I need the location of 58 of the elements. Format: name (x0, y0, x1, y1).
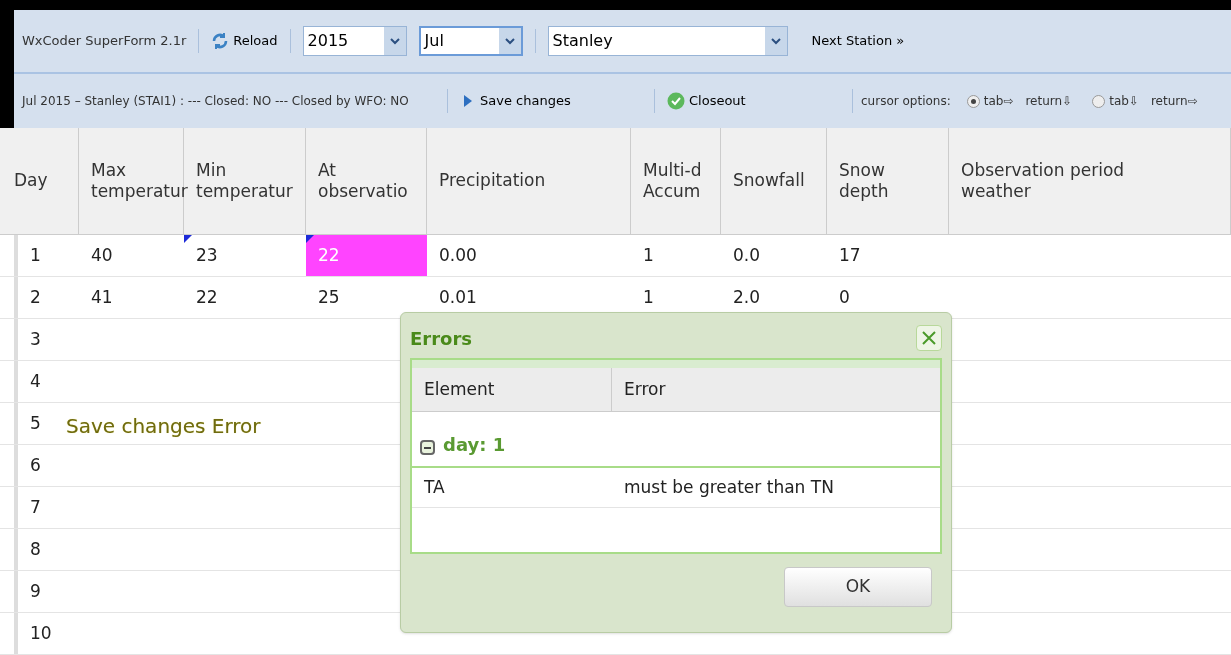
close-icon (922, 331, 936, 345)
column-header[interactable]: Multi-d Accum (631, 128, 721, 234)
collapse-icon[interactable] (420, 440, 435, 455)
day-cell-text: 3 (30, 327, 41, 351)
chevron-down-icon (770, 37, 781, 45)
day-cell-text: 1 (30, 243, 41, 267)
check-circle-icon (667, 92, 685, 110)
form-status-text: Jul 2015 – Stanley (STAI1) : --- Closed: NO --- Closed by WFO: NO (22, 93, 410, 110)
column-header[interactable]: Snow depth (827, 128, 949, 234)
day-cell-text: 2 (30, 285, 41, 309)
day-cell-text: 6 (30, 453, 41, 477)
table-cell[interactable]: 0.0 (721, 235, 827, 276)
day-cell-text: 4 (30, 369, 41, 393)
dropdown-trigger[interactable] (498, 28, 521, 54)
tooltip-title: Save changes Error (66, 413, 261, 440)
day-cell-text: 7 (30, 495, 41, 519)
station-dropdown[interactable]: Stanley (547, 26, 788, 56)
table-cell[interactable]: 17 (827, 235, 949, 276)
table-cell[interactable]: 23 (184, 235, 306, 276)
column-header[interactable]: Day (14, 128, 79, 234)
dropdown-trigger[interactable] (764, 27, 787, 55)
day-cell-text: 5 (30, 411, 41, 435)
month-dropdown[interactable]: Jul (418, 26, 523, 56)
table-cell-text: must be greater than TN (623, 475, 835, 499)
table-cell-text: TA (423, 475, 446, 499)
app-title: WxCoder SuperForm 2.1r (22, 32, 187, 51)
next-station-button[interactable]: Next Station » (811, 31, 905, 51)
refresh-icon (211, 32, 230, 50)
table-cell[interactable]: 40 (79, 235, 184, 276)
table-cell[interactable]: 0.00 (427, 235, 631, 276)
dropdown-trigger[interactable] (383, 27, 406, 55)
closeout-button[interactable]: Closeout (667, 91, 852, 111)
ok-button[interactable]: OK (784, 567, 932, 607)
table-cell[interactable]: 25 (306, 277, 427, 318)
reload-button[interactable]: Reload (211, 31, 278, 51)
table-cell[interactable]: 1 (631, 235, 721, 276)
column-header[interactable]: Element (412, 368, 612, 411)
cursor-option-radio[interactable]: tab⇩ return⇨ (1092, 92, 1198, 110)
table-cell[interactable]: 22 (184, 277, 306, 318)
play-icon (464, 95, 472, 107)
day-cell-text: 8 (30, 537, 41, 561)
day-cell-text: 9 (30, 579, 41, 603)
column-header[interactable]: Precipitation (427, 128, 631, 234)
chevron-down-icon (389, 37, 400, 45)
dialog-title: Errors (410, 326, 472, 351)
column-header[interactable]: Snowfall (721, 128, 827, 234)
column-header[interactable]: Error (612, 368, 940, 411)
column-header[interactable]: Observation period weather (949, 128, 1231, 234)
table-cell[interactable]: 41 (79, 277, 184, 318)
close-button[interactable] (916, 325, 942, 351)
group-label: day: 1 (443, 433, 506, 457)
column-header[interactable]: At observatio (306, 128, 427, 234)
day-cell-text: 10 (30, 621, 52, 645)
year-dropdown[interactable]: 2015 (302, 26, 407, 56)
chevron-down-icon (504, 37, 515, 45)
cursor-option-radio[interactable]: tab⇨ return⇩ (966, 92, 1073, 110)
save-changes-button[interactable]: Save changes (464, 91, 654, 111)
cursor-options-label: cursor options: (861, 93, 951, 110)
